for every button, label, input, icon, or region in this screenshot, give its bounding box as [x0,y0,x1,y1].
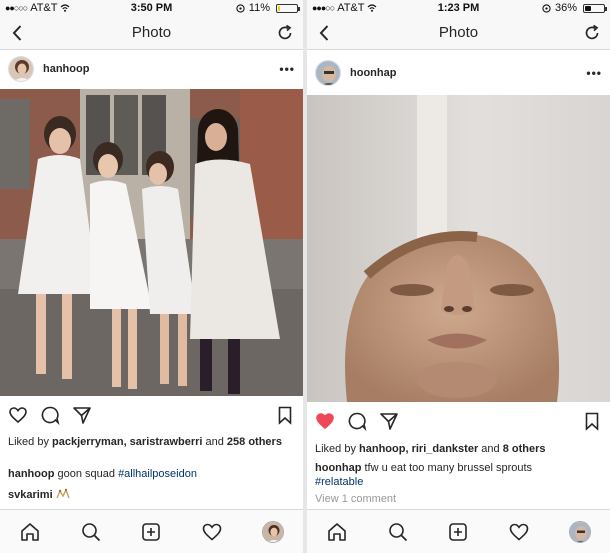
add-icon[interactable] [447,521,469,543]
liked-by-count[interactable]: 8 others [503,443,546,455]
view-comments-link[interactable]: View 1 comment [315,492,602,506]
location-icon [236,3,245,13]
home-icon[interactable] [326,521,348,543]
heart-icon[interactable] [8,405,28,425]
caption: hanhoop goon squad #allhailposeidon [8,467,295,481]
nav-bar: Photo [307,16,610,50]
wifi-icon [61,4,70,12]
battery-percent: 36% [554,2,577,14]
signal-icon: ●●○○○ [5,3,28,13]
liked-by-names[interactable]: packjerryman, saristrawberri [52,436,202,448]
liked-by-count[interactable]: 258 others [227,436,282,448]
battery-percent: 11% [248,2,270,14]
liked-by-prefix: Liked by [8,436,53,448]
activity-heart-icon[interactable] [201,521,223,543]
battery-icon [276,3,300,13]
post-photo[interactable] [307,95,610,402]
location-icon [542,3,551,13]
nav-title: Photo [438,24,479,41]
liked-by-prefix: Liked by [315,443,360,455]
status-bar: ●●○○○ AT&T 3:50 PM 11% [0,0,303,16]
comment-icon[interactable] [40,405,60,425]
search-icon[interactable] [387,521,409,543]
carrier-label: AT&T [30,2,58,14]
liked-by-and: and [478,443,503,455]
home-icon[interactable] [19,521,41,543]
caption-username[interactable]: hoonhap [315,462,361,474]
carrier-label: AT&T [337,2,365,14]
caption-text: tfw u eat too many brussel sprouts [361,462,533,474]
action-row [0,401,303,429]
avatar[interactable] [315,60,341,86]
avatar[interactable] [8,56,34,82]
more-options-icon[interactable]: ••• [586,66,602,80]
refresh-icon[interactable] [275,23,295,43]
tab-bar [0,509,303,553]
nav-title: Photo [131,24,172,41]
wifi-icon [368,4,377,12]
activity-heart-icon[interactable] [508,521,530,543]
post-photo[interactable] [0,89,303,396]
profile-avatar[interactable] [568,520,591,543]
caption: hoonhap tfw u eat too many brussel sprou… [315,461,602,489]
caption-hashtag[interactable]: #allhailposeidon [118,468,197,480]
emoji-icon [56,488,70,499]
profile-avatar[interactable] [261,520,284,543]
nav-bar: Photo [0,16,303,50]
action-row [307,407,610,435]
share-icon[interactable] [72,405,92,425]
post-header: hoonhap ••• [307,54,610,92]
search-icon[interactable] [80,521,102,543]
chevron-left-icon[interactable] [315,23,335,43]
post-username[interactable]: hoonhap [350,67,396,79]
caption-hashtag[interactable]: #relatable [315,476,363,488]
bookmark-icon[interactable] [275,405,295,425]
comment: svkarimi [8,488,295,502]
likes-line: Liked by hanhoop, riri_dankster and 8 ot… [315,442,602,456]
caption-text: goon squad [54,468,119,480]
signal-icon: ●●●○○ [312,3,335,13]
share-icon[interactable] [379,411,399,431]
right-screenshot: ●●●○○ AT&T 1:23 PM 36% Photo hoonhap ••• [307,0,610,553]
left-screenshot: ●●○○○ AT&T 3:50 PM 11% Photo hanhoop ••• [0,0,303,553]
status-bar: ●●●○○ AT&T 1:23 PM 36% [307,0,610,16]
battery-icon [583,3,607,13]
caption-username[interactable]: hanhoop [8,468,54,480]
chevron-left-icon[interactable] [8,23,28,43]
more-options-icon[interactable]: ••• [279,62,295,76]
refresh-icon[interactable] [582,23,602,43]
post-username[interactable]: hanhoop [43,63,89,75]
comment-icon[interactable] [347,411,367,431]
comment-username[interactable]: svkarimi [8,489,53,501]
tab-bar [307,509,610,553]
likes-line: Liked by packjerryman, saristrawberri an… [8,435,295,449]
liked-by-and: and [202,436,227,448]
bookmark-icon[interactable] [582,411,602,431]
liked-by-names[interactable]: hanhoop, riri_dankster [359,443,478,455]
add-icon[interactable] [140,521,162,543]
heart-icon[interactable] [315,411,335,431]
post-header: hanhoop ••• [0,50,303,88]
